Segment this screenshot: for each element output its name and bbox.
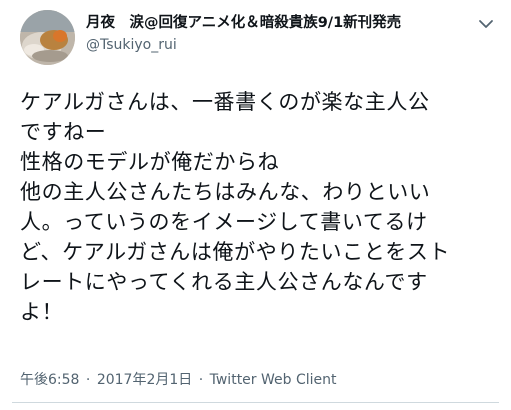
tweet-text: ケアルガさんは、一番書くのが楽な主人公 ですねー 性格のモデルが俺だからね 他の… <box>20 87 502 327</box>
tweet-text-line: ですねー <box>20 120 107 144</box>
tweet-text-line: 人。っていうのをイメージして書いてるけ <box>20 210 428 234</box>
tweet-meta: 午後6:58 · 2017年2月1日 · Twitter Web Client <box>20 369 337 391</box>
chevron-down-icon[interactable] <box>478 18 494 30</box>
tweet-text-line: 性格のモデルが俺だからね <box>20 150 280 174</box>
avatar-image <box>20 10 75 65</box>
tweet: 月夜 涙@回復アニメ化＆暗殺貴族9/1新刊発売 @Tsukiyo_rui ケアル… <box>0 0 511 410</box>
tweet-text-line: レートにやってくれる主人公さんなんです <box>20 270 428 294</box>
meta-separator: · <box>85 372 91 388</box>
author-handle[interactable]: @Tsukiyo_rui <box>86 34 476 56</box>
tweet-text-line: ど、ケアルガさんは俺がやりたいことをスト <box>20 240 451 264</box>
meta-separator: · <box>198 372 204 388</box>
divider <box>12 402 499 403</box>
tweet-time[interactable]: 午後6:58 <box>20 372 79 388</box>
author-avatar[interactable] <box>20 10 75 65</box>
tweet-client[interactable]: Twitter Web Client <box>210 372 337 388</box>
tweet-date[interactable]: 2017年2月1日 <box>97 372 192 388</box>
author-display-name[interactable]: 月夜 涙@回復アニメ化＆暗殺貴族9/1新刊発売 <box>86 12 476 34</box>
tweet-text-line: 他の主人公さんたちはみんな、わりといい <box>20 180 431 204</box>
tweet-text-line: よ！ <box>20 300 64 324</box>
tweet-text-line: ケアルガさんは、一番書くのが楽な主人公 <box>20 90 430 114</box>
author-info: 月夜 涙@回復アニメ化＆暗殺貴族9/1新刊発売 @Tsukiyo_rui <box>86 12 476 56</box>
